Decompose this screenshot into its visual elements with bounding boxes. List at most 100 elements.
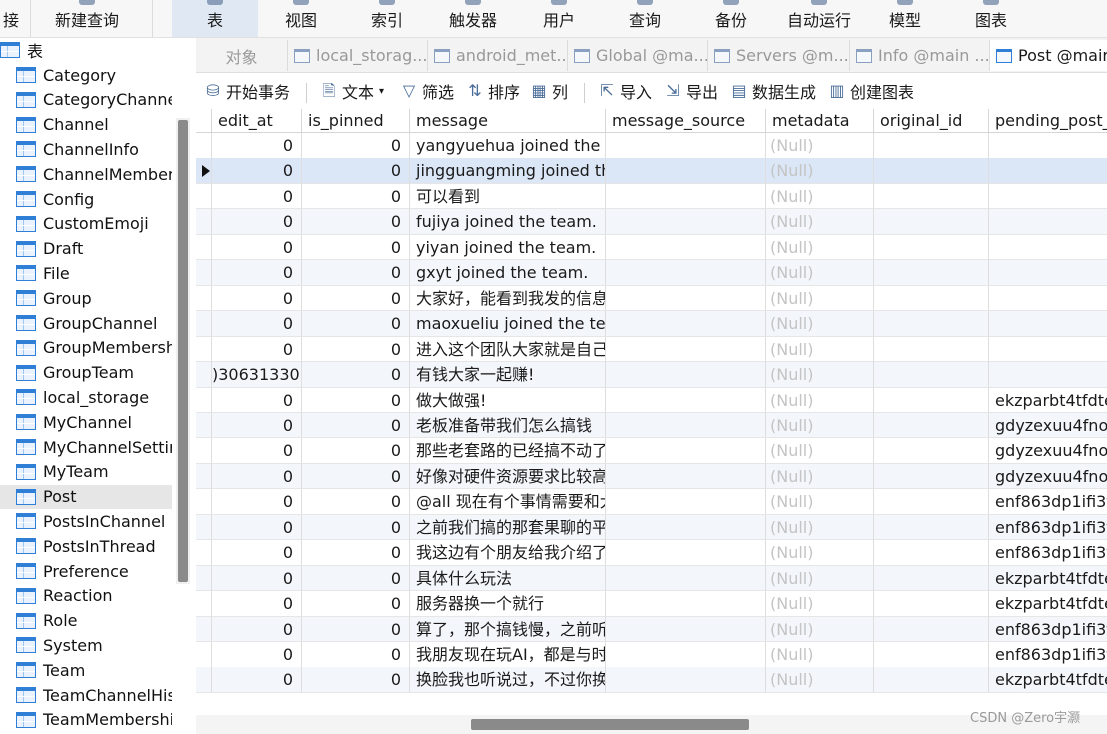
tree-item[interactable]: GroupMembershi xyxy=(0,336,172,360)
row-indicator[interactable] xyxy=(196,336,212,363)
cell-message[interactable]: yangyuehua joined the t xyxy=(410,133,606,159)
cell-original-id[interactable] xyxy=(874,387,989,413)
tab-servers[interactable]: Servers @m... xyxy=(708,40,850,71)
table-row[interactable]: 0 0 yiyan joined the team. (Null) xyxy=(196,234,1107,261)
cell-original-id[interactable] xyxy=(874,514,989,541)
column-header-original-id[interactable]: original_id xyxy=(874,109,989,133)
table-row[interactable]: 0 0 fujiya joined the team. (Null) xyxy=(196,209,1107,235)
cell-message-source[interactable] xyxy=(606,260,766,286)
cell-edit-at[interactable]: 0 xyxy=(212,667,302,693)
cell-message[interactable]: 那些老套路的已经搞不动了 xyxy=(410,438,606,464)
cell-message-source[interactable] xyxy=(606,667,766,693)
cell-metadata[interactable]: (Null) xyxy=(766,616,874,643)
cell-metadata[interactable]: (Null) xyxy=(766,489,874,515)
cell-edit-at[interactable]: 0 xyxy=(212,565,302,592)
tree-item[interactable]: Draft xyxy=(0,237,172,261)
cell-is-pinned[interactable]: 0 xyxy=(302,260,410,286)
cell-original-id[interactable] xyxy=(874,362,989,388)
menu-connection[interactable]: 接 xyxy=(0,0,22,37)
cell-edit-at[interactable]: 0 xyxy=(212,336,302,363)
column-header-message-source[interactable]: message_source xyxy=(606,109,766,133)
cell-original-id[interactable] xyxy=(874,183,989,210)
tree-item[interactable]: CategoryChannel xyxy=(0,88,172,112)
cell-message-source[interactable] xyxy=(606,158,766,184)
cell-original-id[interactable] xyxy=(874,158,989,184)
tree-item[interactable]: local_storage xyxy=(0,385,172,409)
tree-item[interactable]: Config xyxy=(0,187,172,211)
cell-edit-at[interactable]: 0 xyxy=(212,591,302,617)
cell-message[interactable]: 有钱大家一起赚! xyxy=(410,362,606,388)
cell-edit-at[interactable]: 0 xyxy=(212,642,302,668)
row-indicator[interactable] xyxy=(196,260,212,286)
cell-metadata[interactable]: (Null) xyxy=(766,438,874,464)
row-indicator[interactable] xyxy=(196,412,212,439)
table-row[interactable]: 0 0 我这边有个朋友给我介绍了 (Null) enf863dp1ifi3ft xyxy=(196,540,1107,566)
cell-metadata[interactable]: (Null) xyxy=(766,463,874,490)
cell-edit-at[interactable]: 0 xyxy=(212,133,302,159)
tree-item[interactable]: Reaction xyxy=(0,584,172,608)
row-indicator[interactable] xyxy=(196,158,212,184)
table-row[interactable]: 0 0 之前我们搞的那套果聊的平 (Null) enf863dp1ifi3ft xyxy=(196,514,1107,541)
cell-message-source[interactable] xyxy=(606,591,766,617)
cell-edit-at[interactable]: 0 xyxy=(212,438,302,464)
cell-is-pinned[interactable]: 0 xyxy=(302,616,410,643)
cell-message[interactable]: 换脸我也听说过，不过你换 xyxy=(410,667,606,693)
tree-item[interactable]: PostsInChannel xyxy=(0,509,172,533)
cell-pending-post-id[interactable] xyxy=(989,235,1107,261)
cell-is-pinned[interactable]: 0 xyxy=(302,667,410,693)
cell-metadata[interactable]: (Null) xyxy=(766,642,874,668)
cell-message-source[interactable] xyxy=(606,311,766,337)
cell-is-pinned[interactable]: 0 xyxy=(302,565,410,592)
tab-objects[interactable]: 对象 xyxy=(196,40,288,71)
column-header-is-pinned[interactable]: is_pinned xyxy=(302,109,410,133)
cell-edit-at[interactable]: 0 xyxy=(212,285,302,312)
cell-message-source[interactable] xyxy=(606,412,766,439)
cell-message-source[interactable] xyxy=(606,616,766,643)
cell-message[interactable]: 老板准备带我们怎么搞钱 xyxy=(410,412,606,439)
tree-item[interactable]: MyChannel xyxy=(0,410,172,434)
cell-edit-at[interactable]: 0 xyxy=(212,183,302,210)
table-row[interactable]: 0 0 那些老套路的已经搞不动了 (Null) gdyzexuu4fno8 xyxy=(196,438,1107,464)
cell-pending-post-id[interactable]: ekzparbt4tfdte xyxy=(989,591,1107,617)
export-button[interactable]: ⇲ 导出 xyxy=(664,77,718,105)
table-row[interactable]: 0 0 大家好，能看到我发的信息 (Null) xyxy=(196,285,1107,312)
cell-pending-post-id[interactable]: enf863dp1ifi3ft xyxy=(989,515,1107,541)
table-row[interactable]: 0 0 @all 现在有个事情需要和大 (Null) enf863dp1ifi3ft xyxy=(196,489,1107,515)
cell-metadata[interactable]: (Null) xyxy=(766,234,874,261)
column-header-edit-at[interactable]: edit_at xyxy=(212,109,302,133)
tree-item[interactable]: PostsInThread xyxy=(0,534,172,558)
cell-original-id[interactable] xyxy=(874,667,989,693)
cell-pending-post-id[interactable] xyxy=(989,337,1107,363)
cell-pending-post-id[interactable]: enf863dp1ifi3ft xyxy=(989,642,1107,668)
cell-message-source[interactable] xyxy=(606,514,766,541)
cell-metadata[interactable]: (Null) xyxy=(766,387,874,413)
cell-edit-at[interactable]: 0 xyxy=(212,158,302,184)
cell-metadata[interactable]: (Null) xyxy=(766,514,874,541)
cell-edit-at[interactable]: 0 xyxy=(212,540,302,566)
cell-original-id[interactable] xyxy=(874,438,989,464)
menu-view[interactable]: 视图 xyxy=(258,0,344,37)
cell-pending-post-id[interactable] xyxy=(989,286,1107,312)
tree-item[interactable]: MyTeam xyxy=(0,460,172,484)
table-row[interactable]: 0 0 gxyt joined the team. (Null) xyxy=(196,260,1107,286)
cell-edit-at[interactable]: 0 xyxy=(212,387,302,413)
menu-new-query[interactable]: 新建查询 xyxy=(44,0,130,37)
cell-is-pinned[interactable]: 0 xyxy=(302,591,410,617)
tree-item[interactable]: Group xyxy=(0,286,172,310)
cell-pending-post-id[interactable]: enf863dp1ifi3ft xyxy=(989,489,1107,515)
cell-message[interactable]: fujiya joined the team. xyxy=(410,209,606,235)
menu-trigger[interactable]: 触发器 xyxy=(430,0,516,37)
begin-transaction-button[interactable]: ⛁ 开始事务 xyxy=(204,77,290,105)
cell-metadata[interactable]: (Null) xyxy=(766,133,874,159)
cell-is-pinned[interactable]: 0 xyxy=(302,642,410,668)
sort-button[interactable]: ⇅ 排序 xyxy=(466,77,520,105)
cell-message-source[interactable] xyxy=(606,209,766,235)
row-indicator[interactable] xyxy=(196,642,212,668)
cell-message-source[interactable] xyxy=(606,438,766,464)
cell-message-source[interactable] xyxy=(606,540,766,566)
cell-edit-at[interactable]: 0 xyxy=(212,311,302,337)
cell-original-id[interactable] xyxy=(874,285,989,312)
cell-message[interactable]: 大家好，能看到我发的信息 xyxy=(410,285,606,312)
row-indicator[interactable] xyxy=(196,514,212,541)
cell-is-pinned[interactable]: 0 xyxy=(302,234,410,261)
